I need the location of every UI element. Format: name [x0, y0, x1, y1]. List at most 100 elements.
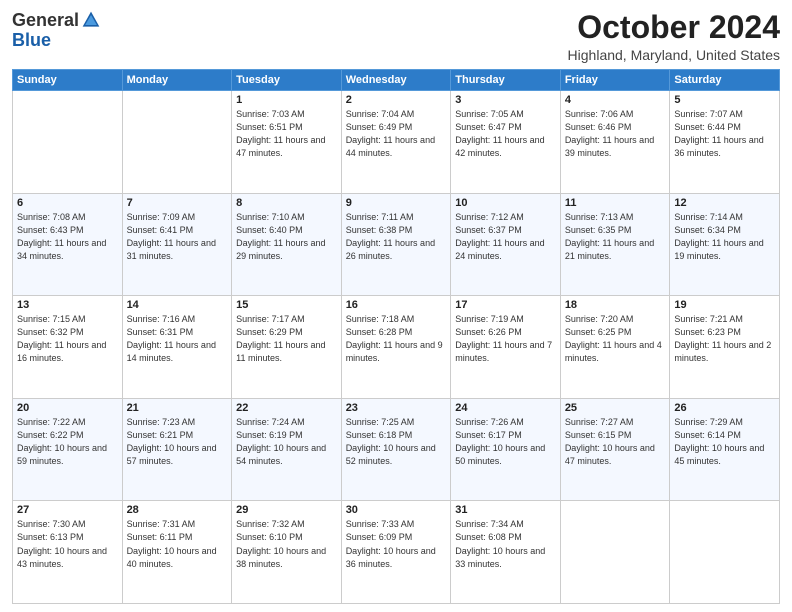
- day-number: 11: [565, 197, 666, 209]
- logo-icon: [81, 10, 101, 30]
- day-info: Sunrise: 7:32 AM Sunset: 6:10 PM Dayligh…: [236, 518, 337, 570]
- day-number: 16: [346, 299, 447, 311]
- day-number: 20: [17, 402, 118, 414]
- day-info: Sunrise: 7:10 AM Sunset: 6:40 PM Dayligh…: [236, 211, 337, 263]
- calendar-cell: 28Sunrise: 7:31 AM Sunset: 6:11 PM Dayli…: [122, 501, 232, 604]
- day-info: Sunrise: 7:26 AM Sunset: 6:17 PM Dayligh…: [455, 416, 556, 468]
- calendar-cell: 20 Sunrise: 7:22 AM Sunset: 6:22 PM Dayli…: [13, 398, 123, 501]
- day-info: Sunrise: 7:11 AM Sunset: 6:38 PM Dayligh…: [346, 211, 447, 263]
- day-number: 5: [674, 94, 775, 106]
- calendar-week-row: 1 Sunrise: 7:03 AM Sunset: 6:51 PM Daylig…: [13, 91, 780, 194]
- day-info: Sunrise: 7:04 AM Sunset: 6:49 PM Dayligh…: [346, 108, 447, 160]
- day-number: 18: [565, 299, 666, 311]
- calendar-cell: [560, 501, 670, 604]
- calendar-day-header: Wednesday: [341, 70, 451, 91]
- day-number: 17: [455, 299, 556, 311]
- day-number: 22: [236, 402, 337, 414]
- day-number: 4: [565, 94, 666, 106]
- calendar-table: SundayMondayTuesdayWednesdayThursdayFrid…: [12, 69, 780, 604]
- day-info: Sunrise: 7:13 AM Sunset: 6:35 PM Dayligh…: [565, 211, 666, 263]
- calendar-cell: 17 Sunrise: 7:19 AM Sunset: 6:26 PM Dayli…: [451, 296, 561, 399]
- calendar-day-header: Monday: [122, 70, 232, 91]
- calendar-cell: [670, 501, 780, 604]
- calendar-cell: 25Sunrise: 7:27 AM Sunset: 6:15 PM Dayli…: [560, 398, 670, 501]
- day-info: Sunrise: 7:22 AM Sunset: 6:22 PM Dayligh…: [17, 416, 118, 468]
- day-info: Sunrise: 7:03 AM Sunset: 6:51 PM Dayligh…: [236, 108, 337, 160]
- calendar-cell: 22 Sunrise: 7:24 AM Sunset: 6:19 PM Dayli…: [232, 398, 342, 501]
- calendar-header-row: SundayMondayTuesdayWednesdayThursdayFrid…: [13, 70, 780, 91]
- day-number: 29: [236, 504, 337, 516]
- day-info: Sunrise: 7:29 AM Sunset: 6:14 PM Dayligh…: [674, 416, 775, 468]
- day-info: Sunrise: 7:34 AM Sunset: 6:08 PM Dayligh…: [455, 518, 556, 570]
- day-info: Sunrise: 7:20 AM Sunset: 6:25 PM Dayligh…: [565, 313, 666, 365]
- calendar-cell: [13, 91, 123, 194]
- main-title: October 2024: [568, 10, 780, 45]
- calendar-cell: 26 Sunrise: 7:29 AM Sunset: 6:14 PM Dayli…: [670, 398, 780, 501]
- day-number: 15: [236, 299, 337, 311]
- day-number: 25: [565, 402, 666, 414]
- day-number: 7: [127, 197, 228, 209]
- day-info: Sunrise: 7:19 AM Sunset: 6:26 PM Dayligh…: [455, 313, 556, 365]
- day-number: 2: [346, 94, 447, 106]
- calendar-cell: 11 Sunrise: 7:13 AM Sunset: 6:35 PM Dayli…: [560, 193, 670, 296]
- day-info: Sunrise: 7:08 AM Sunset: 6:43 PM Dayligh…: [17, 211, 118, 263]
- calendar-cell: 23 Sunrise: 7:25 AM Sunset: 6:18 PM Dayli…: [341, 398, 451, 501]
- calendar-cell: 27Sunrise: 7:30 AM Sunset: 6:13 PM Dayli…: [13, 501, 123, 604]
- calendar-cell: 2 Sunrise: 7:04 AM Sunset: 6:49 PM Daylig…: [341, 91, 451, 194]
- day-number: 1: [236, 94, 337, 106]
- day-info: Sunrise: 7:15 AM Sunset: 6:32 PM Dayligh…: [17, 313, 118, 365]
- day-number: 14: [127, 299, 228, 311]
- calendar-week-row: 27Sunrise: 7:30 AM Sunset: 6:13 PM Dayli…: [13, 501, 780, 604]
- page: General Blue October 2024 Highland, Mary…: [0, 0, 792, 612]
- calendar-cell: 18 Sunrise: 7:20 AM Sunset: 6:25 PM Dayli…: [560, 296, 670, 399]
- day-info: Sunrise: 7:06 AM Sunset: 6:46 PM Dayligh…: [565, 108, 666, 160]
- title-section: October 2024 Highland, Maryland, United …: [568, 10, 780, 63]
- calendar-cell: 7 Sunrise: 7:09 AM Sunset: 6:41 PM Daylig…: [122, 193, 232, 296]
- day-number: 19: [674, 299, 775, 311]
- day-number: 26: [674, 402, 775, 414]
- calendar-cell: 31Sunrise: 7:34 AM Sunset: 6:08 PM Dayli…: [451, 501, 561, 604]
- calendar-cell: 1 Sunrise: 7:03 AM Sunset: 6:51 PM Daylig…: [232, 91, 342, 194]
- logo-blue-text: Blue: [12, 30, 51, 51]
- calendar-cell: 6Sunrise: 7:08 AM Sunset: 6:43 PM Daylig…: [13, 193, 123, 296]
- calendar-week-row: 6Sunrise: 7:08 AM Sunset: 6:43 PM Daylig…: [13, 193, 780, 296]
- day-info: Sunrise: 7:24 AM Sunset: 6:19 PM Dayligh…: [236, 416, 337, 468]
- calendar-day-header: Saturday: [670, 70, 780, 91]
- calendar-cell: 21Sunrise: 7:23 AM Sunset: 6:21 PM Dayli…: [122, 398, 232, 501]
- calendar-cell: 4 Sunrise: 7:06 AM Sunset: 6:46 PM Daylig…: [560, 91, 670, 194]
- day-info: Sunrise: 7:16 AM Sunset: 6:31 PM Dayligh…: [127, 313, 228, 365]
- calendar-cell: 8Sunrise: 7:10 AM Sunset: 6:40 PM Daylig…: [232, 193, 342, 296]
- calendar-cell: 15 Sunrise: 7:17 AM Sunset: 6:29 PM Dayli…: [232, 296, 342, 399]
- day-info: Sunrise: 7:05 AM Sunset: 6:47 PM Dayligh…: [455, 108, 556, 160]
- day-info: Sunrise: 7:30 AM Sunset: 6:13 PM Dayligh…: [17, 518, 118, 570]
- subtitle: Highland, Maryland, United States: [568, 47, 780, 63]
- day-info: Sunrise: 7:25 AM Sunset: 6:18 PM Dayligh…: [346, 416, 447, 468]
- calendar-cell: [122, 91, 232, 194]
- calendar-cell: 10 Sunrise: 7:12 AM Sunset: 6:37 PM Dayli…: [451, 193, 561, 296]
- day-info: Sunrise: 7:12 AM Sunset: 6:37 PM Dayligh…: [455, 211, 556, 263]
- calendar-week-row: 13Sunrise: 7:15 AM Sunset: 6:32 PM Dayli…: [13, 296, 780, 399]
- calendar-cell: 30Sunrise: 7:33 AM Sunset: 6:09 PM Dayli…: [341, 501, 451, 604]
- day-number: 3: [455, 94, 556, 106]
- day-info: Sunrise: 7:09 AM Sunset: 6:41 PM Dayligh…: [127, 211, 228, 263]
- logo: General Blue: [12, 10, 101, 51]
- logo-general-text: General: [12, 11, 79, 29]
- calendar-day-header: Tuesday: [232, 70, 342, 91]
- day-info: Sunrise: 7:17 AM Sunset: 6:29 PM Dayligh…: [236, 313, 337, 365]
- calendar-day-header: Friday: [560, 70, 670, 91]
- day-number: 10: [455, 197, 556, 209]
- day-info: Sunrise: 7:33 AM Sunset: 6:09 PM Dayligh…: [346, 518, 447, 570]
- day-info: Sunrise: 7:14 AM Sunset: 6:34 PM Dayligh…: [674, 211, 775, 263]
- calendar-day-header: Thursday: [451, 70, 561, 91]
- day-number: 28: [127, 504, 228, 516]
- calendar-cell: 16Sunrise: 7:18 AM Sunset: 6:28 PM Dayli…: [341, 296, 451, 399]
- calendar-cell: 5 Sunrise: 7:07 AM Sunset: 6:44 PM Daylig…: [670, 91, 780, 194]
- day-number: 23: [346, 402, 447, 414]
- calendar-cell: 14 Sunrise: 7:16 AM Sunset: 6:31 PM Dayli…: [122, 296, 232, 399]
- day-number: 9: [346, 197, 447, 209]
- day-info: Sunrise: 7:07 AM Sunset: 6:44 PM Dayligh…: [674, 108, 775, 160]
- calendar-cell: 3 Sunrise: 7:05 AM Sunset: 6:47 PM Daylig…: [451, 91, 561, 194]
- calendar-cell: 29 Sunrise: 7:32 AM Sunset: 6:10 PM Dayli…: [232, 501, 342, 604]
- calendar-cell: 13Sunrise: 7:15 AM Sunset: 6:32 PM Dayli…: [13, 296, 123, 399]
- calendar-week-row: 20 Sunrise: 7:22 AM Sunset: 6:22 PM Dayli…: [13, 398, 780, 501]
